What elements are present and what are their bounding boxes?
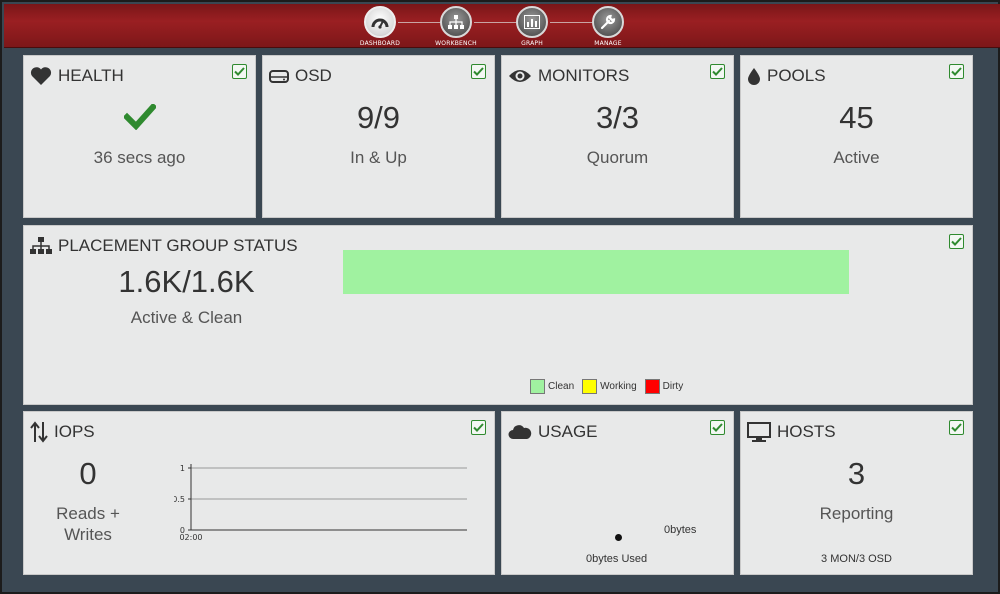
placement-group-card[interactable]: PLACEMENT GROUP STATUS 1.6K/1.6K Active … [23,225,973,405]
usage-card[interactable]: USAGE 0bytes 0bytes Used [501,411,734,575]
osd-title: OSD [295,66,332,85]
card-title: HEALTH [30,65,124,87]
osd-card[interactable]: OSD 9/9 In & Up [262,55,495,218]
usage-dot [615,534,622,541]
nav-label: DASHBOARD [359,40,401,47]
legend-dirty: Dirty [644,379,684,394]
osd-label: In & Up [350,148,407,167]
osd-value: 9/9 [356,100,401,135]
usage-title: USAGE [538,422,598,441]
dashboard-frame: DASHBOARD WORKBENCH GRAPH MANAGE HEALTH … [0,0,1000,594]
check-icon [710,420,725,435]
checkmark-icon [24,102,255,135]
cloud-icon [508,424,532,440]
placement-legend: Clean Working Dirty [530,379,683,394]
sitemap-icon [30,237,52,255]
sitemap-icon [440,6,472,38]
card-title: MONITORS [508,65,629,87]
pools-title: POOLS [767,66,826,85]
health-card[interactable]: HEALTH 36 secs ago [23,55,256,218]
nav-graph[interactable]: GRAPH [497,6,567,47]
iops-title: IOPS [54,422,95,441]
monitors-title: MONITORS [538,66,630,85]
card-title: IOPS [30,421,95,443]
placement-clean-bar [343,250,849,294]
legend-working: Working [582,379,637,394]
gauge-icon [364,6,396,38]
check-icon [471,64,486,79]
legend-swatch-working [582,379,598,394]
hosts-label: Reporting [819,504,894,523]
placement-value: 1.6K/1.6K [118,264,255,299]
placement-label: Active & Clean [130,308,243,327]
legend-swatch-dirty [644,379,660,394]
nav-label: MANAGE [594,40,622,47]
check-icon [232,64,247,79]
card-title: PLACEMENT GROUP STATUS [30,235,298,257]
y-tick-label: 0.5 [174,495,185,504]
card-title: HOSTS [747,421,836,443]
check-icon [949,234,964,249]
pools-value: 45 [839,100,874,135]
health-last-update: 36 secs ago [93,148,186,167]
nav-workbench[interactable]: WORKBENCH [421,6,491,47]
health-title: HEALTH [58,66,124,85]
chart-icon [516,6,548,38]
nav-label: WORKBENCH [435,40,477,47]
nav-dashboard[interactable]: DASHBOARD [345,6,415,47]
heart-icon [30,66,52,86]
sort-arrows-icon [30,421,48,443]
hosts-value: 3 [847,456,866,491]
nav-manage[interactable]: MANAGE [573,6,643,47]
pools-label: Active [833,148,880,167]
iops-card[interactable]: IOPS 0 Reads + Writes 1 0.5 0 02:00 [23,411,495,575]
check-icon [949,420,964,435]
usage-value: 0bytes [664,524,697,536]
legend-label: Clean [548,381,575,392]
placement-status-bar [343,250,849,294]
pools-card[interactable]: POOLS 45 Active [740,55,973,218]
x-tick-label: 02:00 [179,533,202,542]
hosts-title: HOSTS [777,422,836,441]
legend-label: Dirty [662,381,684,392]
card-title: USAGE [508,421,598,443]
hosts-detail: 3 MON/3 OSD [821,553,892,565]
nav-label: GRAPH [521,40,543,47]
usage-used-label: 0bytes Used [586,553,648,565]
top-nav: DASHBOARD WORKBENCH GRAPH MANAGE [4,4,1000,48]
monitors-value: 3/3 [595,100,640,135]
legend-swatch-clean [530,379,545,394]
card-title: OSD [269,65,332,87]
eye-icon [508,68,532,84]
iops-label-line2: Writes [64,525,112,544]
y-tick-label: 1 [180,464,185,473]
card-title: POOLS [747,65,826,87]
iops-label-line1: Reads + [56,504,120,523]
monitors-card[interactable]: MONITORS 3/3 Quorum [501,55,734,218]
hosts-card[interactable]: HOSTS 3 Reporting 3 MON/3 OSD [740,411,973,575]
wrench-icon [592,6,624,38]
legend-clean: Clean [530,379,574,394]
iops-chart: 1 0.5 0 02:00 [174,464,467,542]
drop-icon [747,67,761,85]
hard-drive-icon [269,68,289,84]
legend-label: Working [600,381,637,392]
placement-title: PLACEMENT GROUP STATUS [58,236,298,255]
check-icon [949,64,964,79]
check-icon [710,64,725,79]
check-icon [471,420,486,435]
desktop-icon [747,422,771,442]
iops-value: 0 [79,456,97,491]
monitors-label: Quorum [586,148,649,167]
